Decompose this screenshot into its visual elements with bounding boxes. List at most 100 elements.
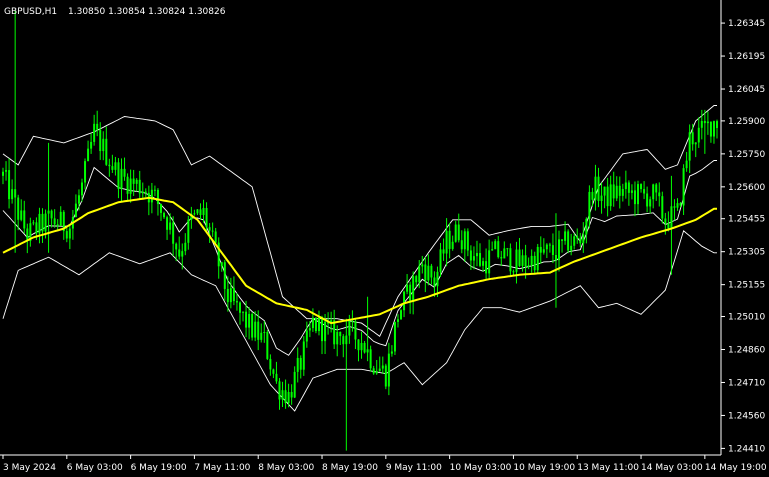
candle-body <box>512 271 515 273</box>
candle-body <box>436 271 439 287</box>
candle-body <box>74 203 77 218</box>
candle-body <box>390 351 393 354</box>
candle-body <box>542 249 545 253</box>
candle-body <box>585 218 588 235</box>
candle-body <box>333 320 336 345</box>
candle-body <box>117 162 120 189</box>
candle-body <box>141 191 144 194</box>
candle-body <box>524 255 527 267</box>
candle-body <box>582 234 585 244</box>
candle-body <box>281 390 284 400</box>
candle-body <box>44 213 47 232</box>
candle-body <box>181 251 184 257</box>
candle-body <box>126 176 129 194</box>
candle-body <box>138 179 141 194</box>
candle-body <box>308 328 311 331</box>
candle-body <box>184 242 187 252</box>
candle-body <box>497 241 500 258</box>
candle-body <box>32 222 35 224</box>
candle-body <box>527 265 530 267</box>
candle-body <box>700 120 703 128</box>
chart-canvas[interactable]: 1.26345 1.26195 1.26045 1.25900 1.25750 1.256… <box>0 0 769 477</box>
candle-body <box>378 368 381 372</box>
candle-body <box>93 123 96 142</box>
candle-body <box>418 266 421 283</box>
candle-body <box>87 148 90 162</box>
candle-body <box>479 253 482 266</box>
candle-body <box>439 249 442 272</box>
candle-body <box>612 184 615 199</box>
candle-body <box>80 182 83 196</box>
candle-body <box>551 245 554 256</box>
candle-body <box>321 317 324 342</box>
candle-body <box>460 240 463 250</box>
candle-body <box>457 224 460 241</box>
candle-body <box>475 253 478 257</box>
candle-body <box>597 176 600 201</box>
candle-body <box>387 353 390 387</box>
candle-body <box>570 245 573 251</box>
candle-body <box>266 332 269 359</box>
candle-body <box>548 244 551 246</box>
candle-body <box>199 209 202 216</box>
candle-body <box>269 358 272 370</box>
candle-body <box>573 236 576 246</box>
price-tick-label: 1.25750 <box>728 150 765 160</box>
candle-body <box>545 244 548 250</box>
candle-body <box>375 371 378 374</box>
candle-body <box>305 330 308 342</box>
candle-body <box>123 168 126 177</box>
candle-body <box>658 192 661 197</box>
candle-body <box>412 276 415 302</box>
candle-body <box>567 231 570 251</box>
price-tick-label: 1.24710 <box>728 378 765 388</box>
candle-body <box>415 276 418 283</box>
candle-body <box>500 257 503 259</box>
candle-body <box>211 230 214 232</box>
candle-body <box>655 184 658 193</box>
candle-body <box>238 302 241 313</box>
price-tick-label: 1.25600 <box>728 183 765 193</box>
candle-body <box>463 231 466 250</box>
price-tick-label: 1.25305 <box>728 248 765 258</box>
candle-body <box>90 141 93 149</box>
candle-body <box>427 265 430 281</box>
candle-body <box>706 121 709 124</box>
candle-body <box>664 218 667 224</box>
candle-body <box>275 373 278 382</box>
price-tick-label: 1.25155 <box>728 281 765 291</box>
candle-body <box>260 332 263 340</box>
price-tick-label: 1.24860 <box>728 345 765 355</box>
time-tick-label: 10 May 03:00 <box>450 463 512 473</box>
candle-body <box>403 291 406 311</box>
candle-body <box>314 317 317 332</box>
candle-body <box>178 249 181 257</box>
candle-body <box>175 243 178 250</box>
candle-body <box>646 193 649 207</box>
candle-body <box>65 231 68 239</box>
candle-body <box>640 184 643 190</box>
candle-body <box>576 236 579 239</box>
candle-body <box>163 212 166 218</box>
candle-body <box>521 255 524 266</box>
candle-body <box>381 365 384 369</box>
price-tick-label: 1.25010 <box>728 313 765 323</box>
candle-body <box>150 189 153 203</box>
candle-body <box>132 178 135 184</box>
candle-body <box>77 195 80 204</box>
candle-body <box>272 369 275 374</box>
candle-body <box>242 311 245 313</box>
chart-background <box>0 0 769 477</box>
candle-body <box>469 250 472 261</box>
candle-body <box>564 231 567 241</box>
time-tick-label: 3 May 2024 <box>3 463 56 473</box>
candle-body <box>120 168 123 189</box>
candle-body <box>451 241 454 249</box>
chart-ohlc-values: 1.30850 1.30854 1.30824 1.30826 <box>68 7 226 17</box>
candle-body <box>354 321 357 340</box>
candle-body <box>223 262 226 289</box>
candle-body <box>561 239 564 241</box>
candle-body <box>466 231 469 251</box>
candle-body <box>324 321 327 342</box>
candle-body <box>23 210 26 229</box>
